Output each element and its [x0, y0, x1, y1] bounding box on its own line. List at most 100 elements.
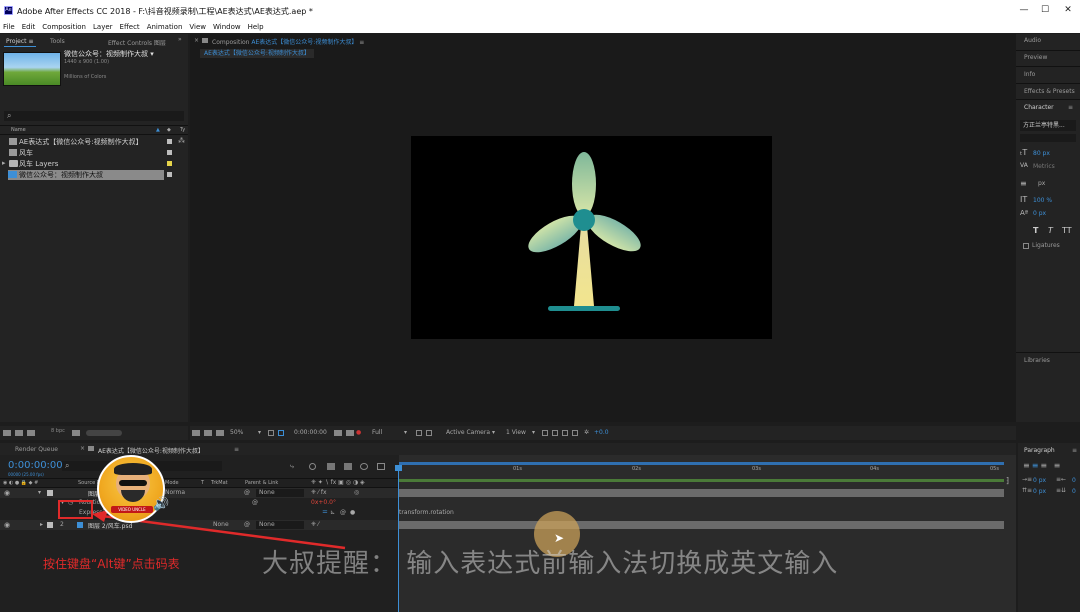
menu-file[interactable]: File	[3, 21, 15, 33]
playhead-handle[interactable]	[395, 465, 402, 471]
work-area-bar[interactable]	[399, 462, 1004, 465]
menu-help[interactable]: Help	[248, 21, 264, 33]
indent-right-value[interactable]: 0	[1072, 477, 1076, 484]
maximize-button[interactable]: ☐	[1038, 4, 1052, 16]
new-comp-icon[interactable]	[27, 430, 35, 436]
menu-composition[interactable]: Composition	[42, 21, 86, 33]
zoom-select[interactable]: 50%	[230, 429, 243, 436]
parent-pickwhip-icon[interactable]: @	[244, 489, 250, 496]
draft-3d-icon[interactable]	[562, 430, 568, 436]
snapshot-icon[interactable]	[334, 430, 342, 436]
menu-view[interactable]: View	[189, 21, 206, 33]
panel-effects-presets[interactable]: Effects & Presets	[1024, 88, 1075, 95]
tab-comp-timeline[interactable]: AE表达式【微信公众号:视频制作大叔】	[98, 446, 204, 455]
character-title[interactable]: Character	[1024, 104, 1054, 111]
column-name[interactable]: Name	[11, 127, 26, 133]
faux-italic-button[interactable]: T	[1048, 226, 1053, 235]
label-color[interactable]	[167, 172, 172, 177]
vertical-scale-value[interactable]: 100 %	[1033, 197, 1052, 204]
column-mode[interactable]: Mode	[165, 480, 179, 486]
close-comp-tab-icon[interactable]: ×	[80, 445, 85, 452]
all-caps-button[interactable]: TT	[1062, 226, 1072, 235]
transparency-grid-icon[interactable]	[426, 430, 432, 436]
camera-select[interactable]: Active Camera	[446, 429, 490, 436]
column-type[interactable]: Ty	[180, 127, 185, 133]
column-parent[interactable]: Parent & Link	[245, 480, 278, 486]
fast-previews-icon[interactable]	[416, 430, 422, 436]
expression-text[interactable]: transform.rotation	[399, 509, 454, 516]
menu-window[interactable]: Window	[213, 21, 241, 33]
tracking-value[interactable]: Metrics	[1033, 163, 1055, 170]
trash-icon[interactable]	[72, 430, 80, 436]
expand-arrow-icon[interactable]: ▸	[40, 521, 43, 528]
indent-left-value[interactable]: 0 px	[1033, 477, 1046, 484]
tab-project[interactable]: Project ≡	[6, 38, 33, 45]
label-icon[interactable]: ◆	[167, 127, 171, 133]
minimize-button[interactable]: —	[1017, 4, 1031, 16]
view-layout-select[interactable]: 1 View	[506, 429, 526, 436]
column-t[interactable]: T	[201, 480, 204, 486]
shy-icon[interactable]	[327, 463, 335, 470]
alignment-buttons[interactable]: ≡≡≡ ≡	[1023, 461, 1062, 470]
label-color[interactable]	[167, 150, 172, 155]
panel-preview[interactable]: Preview	[1024, 54, 1047, 61]
resolution-dropdown-icon[interactable]: ▾	[404, 429, 407, 436]
frame-blending-icon[interactable]	[344, 463, 352, 470]
always-preview-icon[interactable]	[192, 430, 200, 436]
camera-dropdown-icon[interactable]: ▾	[492, 429, 495, 436]
composition-canvas[interactable]	[411, 136, 772, 339]
label-color[interactable]	[167, 161, 172, 166]
viewer-timecode[interactable]: 0:00:00:00	[294, 429, 327, 436]
ligatures-checkbox[interactable]	[1023, 243, 1029, 249]
menu-effect[interactable]: Effect	[120, 21, 140, 33]
expand-arrow-icon[interactable]: ▸	[2, 159, 6, 167]
list-item[interactable]: AE表达式【微信公众号:视频制作大叔】 ⁂	[2, 137, 188, 147]
new-folder-icon[interactable]	[15, 430, 23, 436]
selected-item-name[interactable]: 微信公众号：视频制作大叔 ▾	[64, 49, 154, 59]
menu-animation[interactable]: Animation	[147, 21, 183, 33]
menu-layer[interactable]: Layer	[93, 21, 113, 33]
motion-blur-switch[interactable]: ◎	[354, 489, 359, 496]
graph-editor-icon[interactable]	[377, 463, 385, 470]
label-color[interactable]	[47, 522, 53, 528]
comp-mini-flowchart-icon[interactable]: ⤷	[290, 462, 294, 471]
comp-viewer-tab[interactable]: AE表达式【微信公众号:视频制作大叔】	[200, 49, 314, 58]
panel-audio[interactable]: Audio	[1024, 37, 1041, 44]
close-tab-icon[interactable]: ×	[194, 37, 199, 44]
space-before-value[interactable]: 0 px	[1033, 488, 1046, 495]
interpret-footage-icon[interactable]	[3, 430, 11, 436]
zoom-dropdown-icon[interactable]: ▾	[258, 429, 261, 436]
viewer-icon[interactable]	[204, 430, 212, 436]
expression-menu-icon[interactable]: ●	[350, 509, 355, 516]
label-color[interactable]	[47, 490, 53, 496]
close-button[interactable]: ✕	[1061, 4, 1075, 16]
pixel-aspect-icon[interactable]	[542, 430, 548, 436]
eye-icon[interactable]: ◉	[4, 521, 10, 529]
faux-bold-button[interactable]: T	[1033, 226, 1038, 235]
space-after-value[interactable]: 0	[1072, 488, 1076, 495]
layer-mode[interactable]: Norma	[165, 489, 185, 496]
list-item-selected[interactable]: 微信公众号：视频制作大叔	[8, 170, 164, 180]
layer-bar[interactable]	[399, 521, 1004, 529]
thumbnail-slider[interactable]	[86, 430, 122, 436]
menu-edit[interactable]: Edit	[22, 21, 36, 33]
3d-renderer-icon[interactable]	[572, 430, 578, 436]
draft-3d-icon[interactable]	[309, 463, 316, 470]
paragraph-menu-icon[interactable]: ≡	[1072, 447, 1077, 454]
reset-exposure-icon[interactable]: ✲	[584, 429, 589, 436]
tab-render-queue[interactable]: Render Queue	[15, 446, 58, 453]
timeline-tab-menu[interactable]: ≡	[234, 446, 239, 453]
panel-overflow-icon[interactable]: »	[178, 36, 182, 43]
motion-blur-icon[interactable]	[360, 463, 368, 470]
paragraph-title[interactable]: Paragraph	[1024, 447, 1055, 454]
sort-icon[interactable]: ▲	[156, 127, 160, 133]
font-family-select[interactable]: 方正兰亭特黑...	[1020, 120, 1076, 131]
project-search-input[interactable]	[4, 111, 184, 121]
list-item[interactable]: ▸ 风车 Layers	[2, 159, 188, 169]
character-menu-icon[interactable]: ≡	[1068, 104, 1073, 111]
current-time[interactable]: 0:00:00:00	[8, 460, 63, 471]
show-snapshot-icon[interactable]	[346, 430, 354, 436]
bpc-label[interactable]: 8 bpc	[51, 428, 65, 434]
color-channel-icon[interactable]: ●	[356, 429, 361, 436]
panel-info[interactable]: Info	[1024, 71, 1035, 78]
